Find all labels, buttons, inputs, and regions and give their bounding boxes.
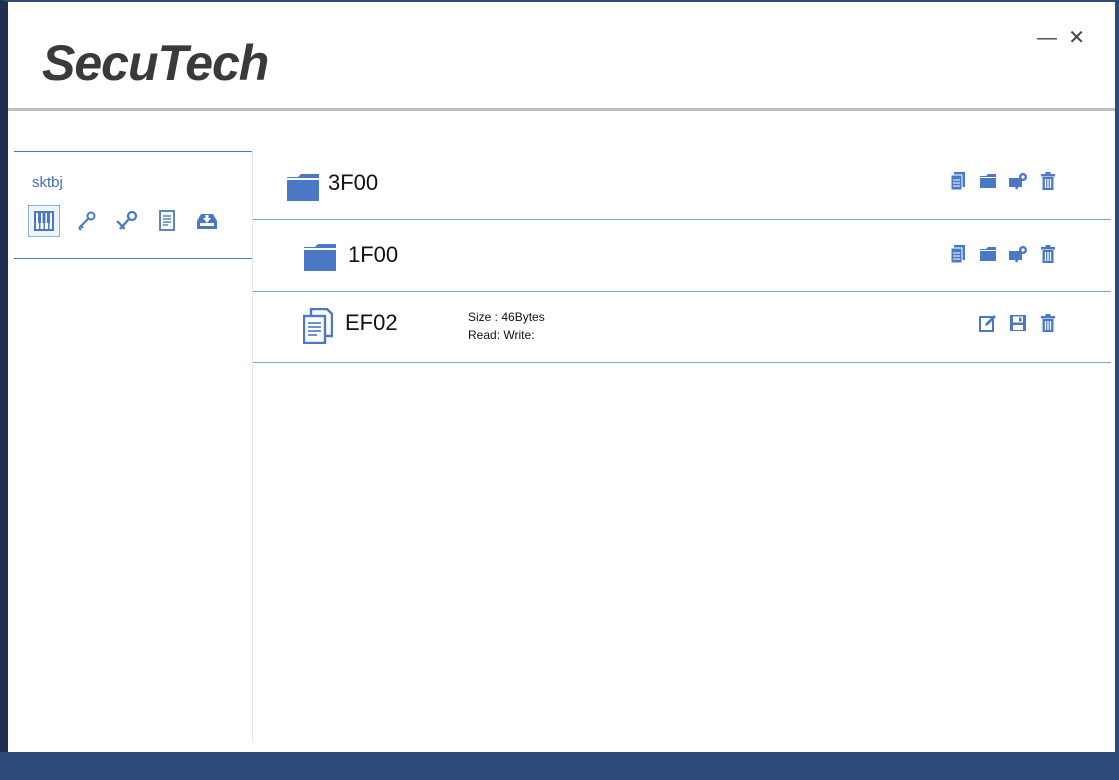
- download-tool-button[interactable]: [188, 205, 226, 237]
- download-tray-icon: [197, 214, 217, 229]
- keys-icon: [116, 210, 138, 230]
- status-bar: [0, 752, 1119, 780]
- keys-tool-button[interactable]: [108, 205, 146, 237]
- file-tree: 3F00 1F00 EF02 Size: 46Bytes Read: Writ…: [253, 150, 1111, 363]
- delete-icon: [1041, 172, 1055, 190]
- device-toolbar: [28, 204, 228, 238]
- new-folder-icon: [980, 174, 996, 188]
- folder-icon: [287, 174, 319, 201]
- delete-button[interactable]: [1035, 243, 1061, 265]
- key-wrench-icon: [1009, 246, 1027, 263]
- new-file-button[interactable]: [945, 243, 971, 265]
- key-wrench-icon: [1009, 173, 1027, 190]
- document-tool-button[interactable]: [148, 205, 186, 237]
- row-actions: [971, 312, 1061, 334]
- tree-row-1f00[interactable]: 1F00: [253, 220, 1111, 292]
- key-tool-button[interactable]: [68, 205, 106, 237]
- delete-icon: [1041, 314, 1055, 332]
- file-permission-text: Read: Write:: [468, 328, 535, 342]
- file-meta: Size : 46Bytes Read: Write:: [468, 308, 545, 344]
- folder-icon: [304, 244, 336, 271]
- key-icon: [78, 211, 96, 231]
- save-icon: [1010, 315, 1026, 331]
- file-icon: [303, 308, 333, 344]
- tree-row-3f00[interactable]: 3F00: [253, 150, 1111, 220]
- new-file-icon: [950, 172, 965, 190]
- save-button[interactable]: [1005, 312, 1031, 334]
- keyboard-tool-button[interactable]: [28, 205, 60, 237]
- delete-button[interactable]: [1035, 170, 1061, 192]
- file-size-text: Size : 46Bytes: [468, 310, 545, 324]
- delete-button[interactable]: [1035, 312, 1061, 334]
- sidebar: sktbj: [8, 111, 252, 752]
- new-file-icon: [950, 245, 965, 263]
- device-entry[interactable]: sktbj: [14, 151, 252, 259]
- new-file-button[interactable]: [945, 170, 971, 192]
- document-icon: [159, 210, 175, 231]
- tree-item-name: EF02: [345, 310, 398, 335]
- row-actions: [941, 243, 1061, 265]
- new-folder-button[interactable]: [975, 170, 1001, 192]
- header: SecuTech — ✕: [8, 2, 1115, 110]
- app-logo: SecuTech: [42, 35, 269, 91]
- device-name: sktbj: [32, 174, 63, 191]
- permission-button[interactable]: [1005, 170, 1031, 192]
- new-folder-button[interactable]: [975, 243, 1001, 265]
- close-button[interactable]: ✕: [1068, 28, 1085, 48]
- tree-item-name: 3F00: [328, 170, 379, 195]
- minimize-button[interactable]: —: [1037, 28, 1057, 48]
- permission-button[interactable]: [1005, 243, 1031, 265]
- delete-icon: [1041, 245, 1055, 263]
- new-folder-icon: [980, 247, 996, 261]
- row-actions: [941, 170, 1061, 192]
- edit-button[interactable]: [975, 312, 1001, 334]
- keyboard-icon: [34, 211, 54, 231]
- tree-item-name: 1F00: [348, 242, 399, 267]
- edit-icon: [979, 315, 996, 332]
- tree-row-ef02[interactable]: EF02 Size : 46Bytes Read: Write:: [253, 292, 1111, 363]
